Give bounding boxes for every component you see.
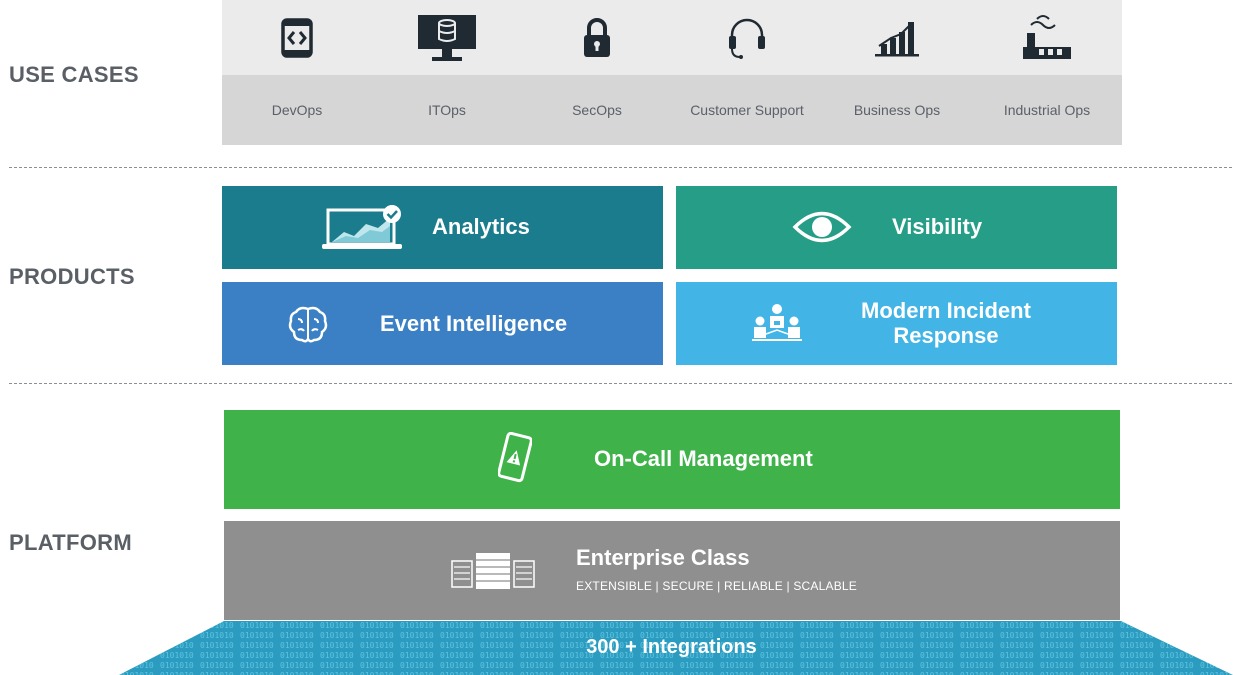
section-label-platform: PLATFORM xyxy=(9,530,132,555)
use-case-itops: ITOps xyxy=(372,75,522,145)
product-label-line-2: Response xyxy=(893,323,999,348)
divider-bottom xyxy=(9,383,1232,384)
use-cases-icon-row xyxy=(222,0,1122,75)
brain-icon xyxy=(288,304,328,344)
enterprise-subtitle: EXTENSIBLE | SECURE | RELIABLE | SCALABL… xyxy=(576,579,857,593)
product-analytics: Analytics xyxy=(222,186,663,269)
use-case-industrial-ops: Industrial Ops xyxy=(972,75,1122,145)
devops-code-icon xyxy=(222,0,372,75)
product-label: Visibility xyxy=(892,214,983,239)
use-case-business-ops: Business Ops xyxy=(822,75,972,145)
factory-icon xyxy=(972,0,1122,75)
headset-icon xyxy=(672,0,822,75)
enterprise-title: Enterprise Class xyxy=(576,545,750,570)
padlock-icon xyxy=(522,0,672,75)
use-case-label: Industrial Ops xyxy=(1003,102,1091,118)
platform-enterprise-class: Enterprise Class EXTENSIBLE | SECURE | R… xyxy=(224,521,1120,620)
use-case-label: SecOps xyxy=(572,102,622,118)
team-icon xyxy=(748,302,806,346)
platform-on-call-management: On-Call Management xyxy=(224,410,1120,509)
use-case-devops: DevOps xyxy=(222,75,372,145)
use-case-label: DevOps xyxy=(271,102,323,118)
use-cases-label-row: DevOps ITOps SecOps Customer Support Bus… xyxy=(222,75,1122,145)
bar-chart-icon xyxy=(822,0,972,75)
section-label-products: PRODUCTS xyxy=(9,264,135,289)
use-case-label: Customer Support xyxy=(690,102,804,118)
monitor-database-icon xyxy=(372,0,522,75)
product-label: Modern Incident Response xyxy=(846,298,1046,348)
divider-top xyxy=(9,167,1232,168)
phone-alert-icon xyxy=(497,431,533,489)
eye-icon xyxy=(792,208,852,246)
laptop-chart-icon xyxy=(322,204,406,252)
product-event-intelligence: Event Intelligence xyxy=(222,282,663,365)
integrations-label: 300 + Integrations xyxy=(586,636,757,658)
product-visibility: Visibility xyxy=(676,186,1117,269)
product-label: Event Intelligence xyxy=(380,311,568,336)
product-label-line-1: Modern Incident xyxy=(861,298,1031,323)
on-call-label: On-Call Management xyxy=(594,446,813,471)
product-label: Analytics xyxy=(432,214,530,239)
product-modern-incident-response: Modern Incident Response xyxy=(676,282,1117,365)
use-case-secops: SecOps xyxy=(522,75,672,145)
use-case-label: ITOps xyxy=(428,102,466,118)
use-case-customer-support: Customer Support xyxy=(672,75,822,145)
section-label-use-cases: USE CASES xyxy=(9,62,139,87)
use-case-label: Business Ops xyxy=(853,102,941,118)
servers-icon xyxy=(450,551,536,596)
